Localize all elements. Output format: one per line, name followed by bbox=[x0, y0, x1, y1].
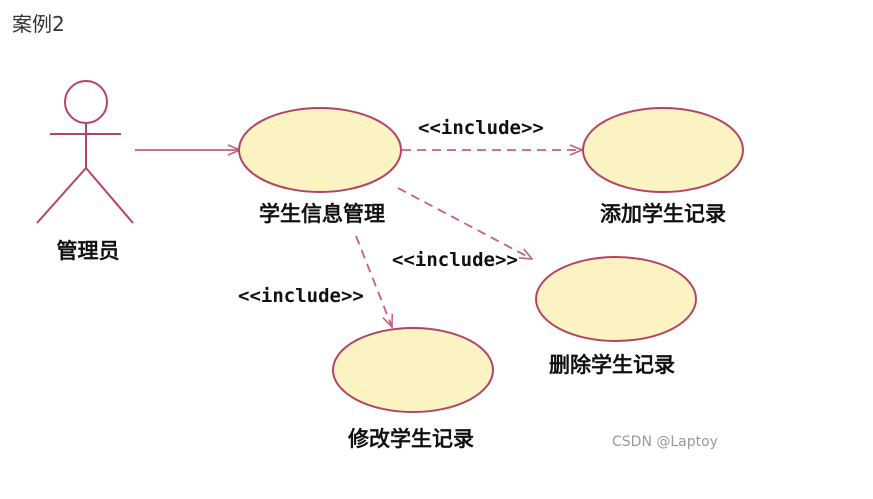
use-case-modify[interactable]: 修改学生记录 bbox=[332, 327, 494, 451]
include-label-delete: <<include>> bbox=[392, 249, 518, 271]
use-case-add-label: 添加学生记录 bbox=[600, 202, 726, 226]
use-case-main-ellipse bbox=[238, 107, 402, 193]
use-case-delete-ellipse bbox=[535, 256, 697, 342]
include-label-add: <<include>> bbox=[418, 117, 544, 139]
actor-admin[interactable]: 管理员 bbox=[36, 80, 134, 263]
actor-right-leg bbox=[85, 167, 134, 224]
use-case-main-label: 学生信息管理 bbox=[259, 202, 385, 226]
actor-head bbox=[64, 80, 108, 124]
include-label-modify: <<include>> bbox=[238, 285, 364, 307]
actor-label: 管理员 bbox=[57, 239, 120, 263]
use-case-modify-ellipse bbox=[332, 327, 494, 413]
use-case-add[interactable]: 添加学生记录 bbox=[582, 107, 744, 226]
use-case-add-ellipse bbox=[582, 107, 744, 193]
use-case-modify-label: 修改学生记录 bbox=[347, 427, 474, 451]
actor-left-leg bbox=[36, 167, 87, 224]
use-case-diagram: 管理员 <<include>> <<include>> <<include>> … bbox=[36, 80, 744, 451]
use-case-delete-label: 删除学生记录 bbox=[549, 353, 675, 377]
watermark: CSDN @Laptoy bbox=[612, 434, 718, 450]
include-arrow-modify bbox=[355, 235, 392, 327]
use-case-delete[interactable]: 删除学生记录 bbox=[535, 256, 697, 377]
use-case-main[interactable]: 学生信息管理 bbox=[238, 107, 402, 226]
